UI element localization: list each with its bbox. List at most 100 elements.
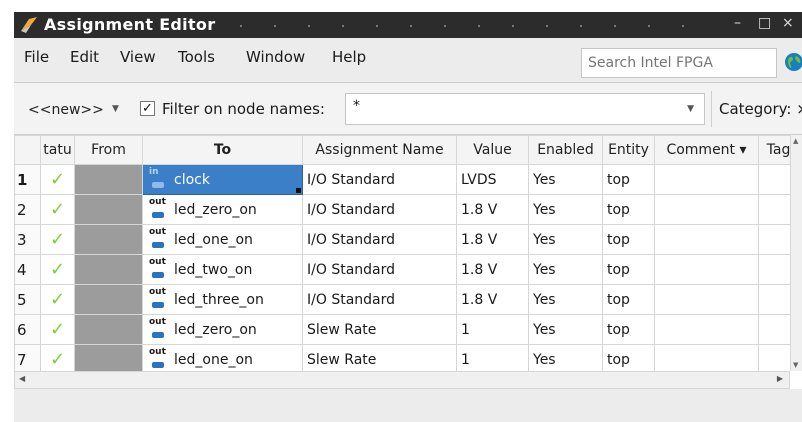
row-number[interactable]: 7 (14, 344, 41, 371)
to-header[interactable]: To (142, 135, 303, 165)
assignment-name-cell[interactable]: I/O Standard (302, 254, 457, 285)
globe-icon[interactable] (784, 52, 802, 72)
table-row[interactable]: 1 ✓ in clock I/O Standard LVDS Yes top (14, 164, 799, 195)
pin-direction-label: out (149, 316, 166, 327)
entity-cell[interactable]: top (602, 194, 655, 225)
enabled-cell[interactable]: Yes (528, 164, 603, 195)
scroll-down-icon[interactable]: ▼ (793, 361, 798, 369)
comment-cell[interactable] (654, 254, 759, 285)
to-cell[interactable]: out led_one_on (142, 344, 303, 371)
node-name: led_zero_on (174, 201, 257, 218)
enabled-cell[interactable]: Yes (528, 344, 603, 371)
new-list-dropdown[interactable]: <<new>> (28, 102, 104, 118)
entity-cell[interactable]: top (602, 224, 655, 255)
from-cell[interactable] (74, 194, 143, 225)
comment-header[interactable]: Comment ▾ (654, 135, 759, 165)
filter-node-combo[interactable]: * ▼ (345, 93, 705, 125)
value-cell[interactable]: 1.8 V (456, 224, 529, 255)
from-cell[interactable] (74, 314, 143, 345)
table-row[interactable]: 2 ✓ out led_zero_on I/O Standard 1.8 V Yes top (14, 194, 799, 225)
value-cell[interactable]: 1 (456, 344, 529, 371)
row-number[interactable]: 5 (14, 284, 41, 315)
search-box[interactable] (581, 48, 777, 78)
close-button[interactable]: × (782, 15, 794, 31)
table-row[interactable]: 4 ✓ out led_two_on I/O Standard 1.8 V Yes top (14, 254, 799, 285)
value-header[interactable]: Value (456, 135, 529, 165)
menu-help[interactable]: Help (332, 48, 366, 66)
comment-cell[interactable] (654, 314, 759, 345)
comment-cell[interactable] (654, 164, 759, 195)
horizontal-scrollbar[interactable]: ◀ ▶ (14, 371, 790, 389)
assignment-name-cell[interactable]: I/O Standard (302, 194, 457, 225)
enabled-cell[interactable]: Yes (528, 254, 603, 285)
row-number[interactable]: 2 (14, 194, 41, 225)
search-input[interactable] (582, 49, 776, 77)
enabled-cell[interactable]: Yes (528, 314, 603, 345)
menu-tools[interactable]: Tools (178, 48, 215, 66)
assignment-name-cell[interactable]: Slew Rate (302, 344, 457, 371)
from-cell[interactable] (74, 254, 143, 285)
menu-file[interactable]: File (24, 48, 49, 66)
comment-cell[interactable] (654, 194, 759, 225)
scroll-up-icon[interactable]: ▲ (793, 137, 798, 145)
from-cell[interactable] (74, 224, 143, 255)
enabled-cell[interactable]: Yes (528, 284, 603, 315)
table-row[interactable]: 7 ✓ out led_one_on Slew Rate 1 Yes top (14, 344, 799, 371)
table-row[interactable]: 6 ✓ out led_zero_on Slew Rate 1 Yes top (14, 314, 799, 345)
entity-cell[interactable]: top (602, 314, 655, 345)
menu-window[interactable]: Window (246, 48, 305, 66)
assignment-name-cell[interactable]: I/O Standard (302, 224, 457, 255)
assignment-name-header[interactable]: Assignment Name (302, 135, 457, 165)
selection-handle[interactable] (296, 188, 301, 193)
assignment-name-cell[interactable]: I/O Standard (302, 164, 457, 195)
value-cell[interactable]: 1.8 V (456, 194, 529, 225)
to-cell[interactable]: out led_two_on (142, 254, 303, 285)
assignment-name-cell[interactable]: I/O Standard (302, 284, 457, 315)
entity-header[interactable]: Entity (602, 135, 655, 165)
value-cell[interactable]: 1 (456, 314, 529, 345)
scroll-right-icon[interactable]: ▶ (777, 374, 783, 383)
from-cell[interactable] (74, 284, 143, 315)
from-cell[interactable] (74, 164, 143, 195)
entity-cell[interactable]: top (602, 254, 655, 285)
entity-cell[interactable]: top (602, 164, 655, 195)
to-cell[interactable]: out led_three_on (142, 284, 303, 315)
filter-node-value[interactable]: * (353, 98, 360, 114)
maximize-button[interactable]: □ (758, 15, 771, 31)
menu-view[interactable]: View (120, 48, 156, 66)
chevron-down-icon[interactable]: ▼ (687, 104, 694, 114)
row-number[interactable]: 4 (14, 254, 41, 285)
comment-cell[interactable] (654, 284, 759, 315)
comment-cell[interactable] (654, 344, 759, 371)
to-cell[interactable]: in clock (142, 164, 303, 195)
row-number-header[interactable] (14, 135, 41, 165)
from-header[interactable]: From (74, 135, 143, 165)
category-label[interactable]: Category: × (719, 100, 802, 118)
enabled-cell[interactable]: Yes (528, 194, 603, 225)
chevron-down-icon[interactable]: ▼ (112, 104, 119, 114)
status-header[interactable]: tatu (40, 135, 75, 165)
from-cell[interactable] (74, 344, 143, 371)
enabled-header[interactable]: Enabled (528, 135, 603, 165)
filter-checkbox[interactable]: ✓ (140, 101, 155, 116)
minimize-button[interactable]: – (734, 15, 741, 31)
value-cell[interactable]: 1.8 V (456, 284, 529, 315)
row-number[interactable]: 1 (14, 164, 41, 195)
entity-cell[interactable]: top (602, 344, 655, 371)
enabled-cell[interactable]: Yes (528, 224, 603, 255)
scroll-left-icon[interactable]: ◀ (19, 374, 25, 383)
to-cell[interactable]: out led_zero_on (142, 314, 303, 345)
assignment-name-cell[interactable]: Slew Rate (302, 314, 457, 345)
row-number[interactable]: 6 (14, 314, 41, 345)
table-row[interactable]: 5 ✓ out led_three_on I/O Standard 1.8 V Yes top (14, 284, 799, 315)
value-cell[interactable]: 1.8 V (456, 254, 529, 285)
to-cell[interactable]: out led_zero_on (142, 194, 303, 225)
value-cell[interactable]: LVDS (456, 164, 529, 195)
vertical-scrollbar[interactable]: ▲ ▼ (790, 135, 802, 371)
entity-cell[interactable]: top (602, 284, 655, 315)
to-cell[interactable]: out led_one_on (142, 224, 303, 255)
row-number[interactable]: 3 (14, 224, 41, 255)
table-row[interactable]: 3 ✓ out led_one_on I/O Standard 1.8 V Yes top (14, 224, 799, 255)
menu-edit[interactable]: Edit (70, 48, 99, 66)
comment-cell[interactable] (654, 224, 759, 255)
